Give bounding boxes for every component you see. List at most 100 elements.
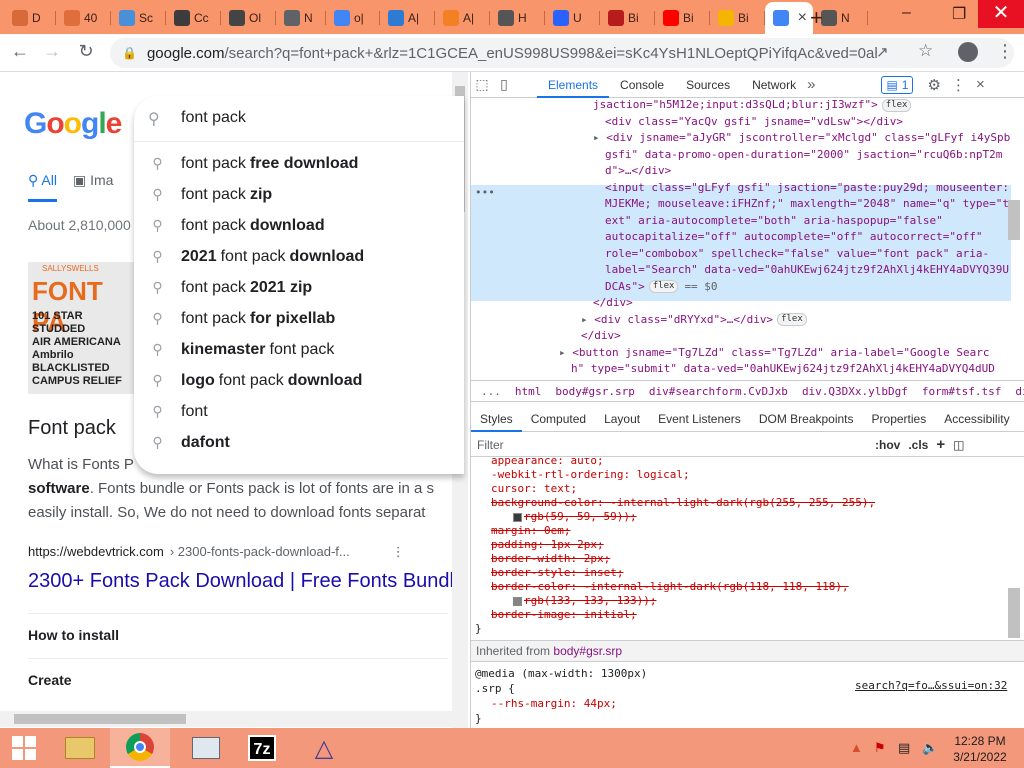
dom-line[interactable]: gsfi" data-promo-open-duration="2000" js…	[605, 147, 1002, 164]
expand-arrow-icon[interactable]: ▸	[593, 131, 606, 144]
browser-tab[interactable]: A|	[380, 4, 435, 32]
style-declaration[interactable]: border-color: -internal-light-dark(rgb(1…	[491, 580, 849, 594]
browser-tab[interactable]: Bi	[655, 4, 710, 32]
taskbar-7zip[interactable]: 7z	[232, 728, 292, 768]
taskbar-chrome[interactable]	[110, 728, 170, 768]
browser-tab[interactable]: Bi	[710, 4, 765, 32]
hov-toggle[interactable]: :hov	[875, 438, 900, 452]
style-declaration[interactable]: border-style: inset;	[491, 566, 623, 580]
inspect-element-icon[interactable]: ⬚	[471, 76, 493, 93]
style-declaration[interactable]: appearance: auto;	[491, 458, 604, 468]
dom-line[interactable]: ▸ <div class="dRYYxd">…</div> flex	[581, 312, 807, 329]
flex-badge[interactable]: flex	[648, 280, 679, 293]
cls-toggle[interactable]: .cls	[908, 438, 928, 452]
dom-line[interactable]: label="Search" data-ved="0ahUKEwj624jtz9…	[605, 262, 1009, 279]
styles-tab-layout[interactable]: Layout	[595, 406, 649, 432]
tray-up-icon[interactable]: ▲	[850, 740, 863, 755]
breadcrumb-item[interactable]: div	[1015, 385, 1024, 398]
taskbar-app[interactable]: △	[294, 728, 354, 768]
url-text[interactable]: google.com/search?q=font+pack+&rlz=1C1GC…	[147, 45, 877, 62]
browser-tab[interactable]: Sc	[111, 4, 166, 32]
styles-tab-properties[interactable]: Properties	[863, 406, 936, 432]
device-toolbar-icon[interactable]: ▯	[493, 76, 515, 93]
issues-badge[interactable]: ▤ 1	[881, 75, 914, 94]
dom-line[interactable]: h" type="submit" data-ved="0ahUKEwj624jt…	[571, 361, 995, 378]
new-rule-icon[interactable]: +	[936, 436, 945, 453]
color-swatch[interactable]	[513, 596, 522, 606]
start-button[interactable]	[0, 728, 48, 768]
minimize-icon[interactable]: –	[902, 4, 911, 22]
suggestion-item[interactable]: ⚲ font pack free download	[134, 148, 464, 179]
suggestion-item[interactable]: ⚲ font pack 2021 zip	[134, 272, 464, 303]
suggestion-item[interactable]: ⚲ font	[134, 396, 464, 427]
style-declaration[interactable]: -webkit-rtl-ordering: logical;	[491, 468, 690, 482]
new-tab-button[interactable]: +	[810, 5, 823, 31]
browser-tab[interactable]: H	[490, 4, 545, 32]
styles-tab-computed[interactable]: Computed	[522, 406, 595, 432]
dom-line[interactable]: ext" aria-autocomplete="both" aria-haspo…	[605, 213, 943, 230]
result-thumbnail[interactable]: FONT PA 101 STAR STUDDED AIR AMERICANA A…	[28, 262, 138, 394]
taskbar-file-explorer[interactable]	[50, 728, 110, 768]
browser-menu-icon[interactable]: ⋮	[996, 41, 1014, 62]
devtools-menu-icon[interactable]: ⋮	[951, 76, 966, 94]
dom-line[interactable]: jsaction="h5M12e;input:d3sQLd;blur:jI3wz…	[593, 99, 912, 114]
dom-line[interactable]: role="combobox" spellcheck="false" value…	[605, 246, 989, 263]
devtools-styles-scrollbar[interactable]	[1008, 588, 1020, 638]
search-input[interactable]: font pack	[181, 109, 246, 127]
style-declaration[interactable]: margin: 0em;	[491, 524, 570, 538]
browser-tab[interactable]: Ol	[221, 4, 276, 32]
suggestion-item[interactable]: ⚲ font pack for pixellab	[134, 303, 464, 334]
scrollbar-thumb[interactable]	[14, 714, 186, 724]
reload-icon[interactable]: ↻	[74, 41, 98, 62]
bookmark-star-icon[interactable]: ☆	[918, 41, 933, 61]
dom-line[interactable]: </div>	[581, 328, 621, 345]
tab-all[interactable]: ⚲ All	[28, 172, 57, 202]
search-box[interactable]: ⚲ font pack	[134, 96, 464, 142]
dom-line[interactable]: <input class="gLFyf gsfi" jsaction="past…	[605, 180, 1009, 197]
browser-tab[interactable]: D	[4, 4, 56, 32]
back-icon[interactable]: ←	[8, 41, 32, 62]
accordion-how-to-install[interactable]: How to install	[28, 613, 448, 643]
accordion-create[interactable]: Create	[28, 658, 448, 688]
styles-tab-event-listeners[interactable]: Event Listeners	[649, 406, 750, 432]
suggestion-item[interactable]: ⚲ 2021 font pack download	[134, 241, 464, 272]
styles-tab-dom-breakpoints[interactable]: DOM Breakpoints	[750, 406, 863, 432]
suggestion-item[interactable]: ⚲ kinemaster font pack	[134, 334, 464, 365]
browser-tab[interactable]: o|	[326, 4, 380, 32]
suggestion-item[interactable]: ⚲ logo font pack download	[134, 365, 464, 396]
breadcrumb-item[interactable]: div#searchform.CvDJxb	[649, 385, 788, 398]
styles-tab-accessibility[interactable]: Accessibility	[935, 406, 1018, 432]
suggestion-item[interactable]: ⚲ dafont	[134, 427, 464, 458]
browser-tab[interactable]: Bi	[600, 4, 655, 32]
restore-icon[interactable]: ❐	[952, 4, 966, 24]
dom-line[interactable]: <div class="YacQv gsfi" jsname="vdLsw"><…	[605, 114, 903, 131]
tab-elements[interactable]: Elements	[537, 72, 610, 98]
dom-line[interactable]: ▸ <div jsname="aJyGR" jscontroller="xMcl…	[593, 130, 1010, 147]
tab-close-icon[interactable]: ×	[798, 9, 807, 27]
inherited-selector[interactable]: body#gsr.srp	[553, 644, 622, 658]
google-logo[interactable]: Google	[24, 107, 122, 141]
page-horizontal-scrollbar[interactable]	[0, 711, 452, 727]
dom-line[interactable]: autocapitalize="off" autocomplete="off" …	[605, 229, 983, 246]
address-bar[interactable]: 🔒 google.com/search?q=font+pack+&rlz=1C1…	[110, 38, 1014, 68]
share-icon[interactable]: ↗	[876, 43, 889, 61]
breadcrumb-overflow[interactable]: ...	[481, 385, 501, 398]
volume-icon[interactable]: 🔈	[922, 740, 938, 756]
dom-line[interactable]: DCAs"> flex == $0	[605, 279, 718, 296]
forward-icon[interactable]: →	[40, 41, 64, 62]
expand-arrow-icon[interactable]: ▸	[559, 346, 572, 359]
expand-arrow-icon[interactable]: ▸	[581, 313, 594, 326]
profile-avatar-icon[interactable]	[958, 42, 978, 62]
browser-tab[interactable]: Cc	[166, 4, 221, 32]
browser-tab[interactable]: U	[545, 4, 600, 32]
result-cite[interactable]: https://webdevtrick.com › 2300-fonts-pac…	[28, 544, 405, 560]
style-declaration[interactable]: border-width: 2px;	[491, 552, 610, 566]
flex-badge[interactable]: flex	[777, 313, 807, 326]
style-declaration[interactable]: rgb(133, 133, 133));	[511, 594, 656, 608]
flex-badge[interactable]: flex	[881, 99, 912, 112]
more-tabs-icon[interactable]: »	[807, 76, 815, 93]
taskbar-task-manager[interactable]	[176, 728, 236, 768]
devtools-scrollbar[interactable]	[1008, 200, 1020, 240]
tab-sources[interactable]: Sources	[675, 72, 741, 98]
close-window-icon[interactable]: ✕	[978, 0, 1024, 28]
